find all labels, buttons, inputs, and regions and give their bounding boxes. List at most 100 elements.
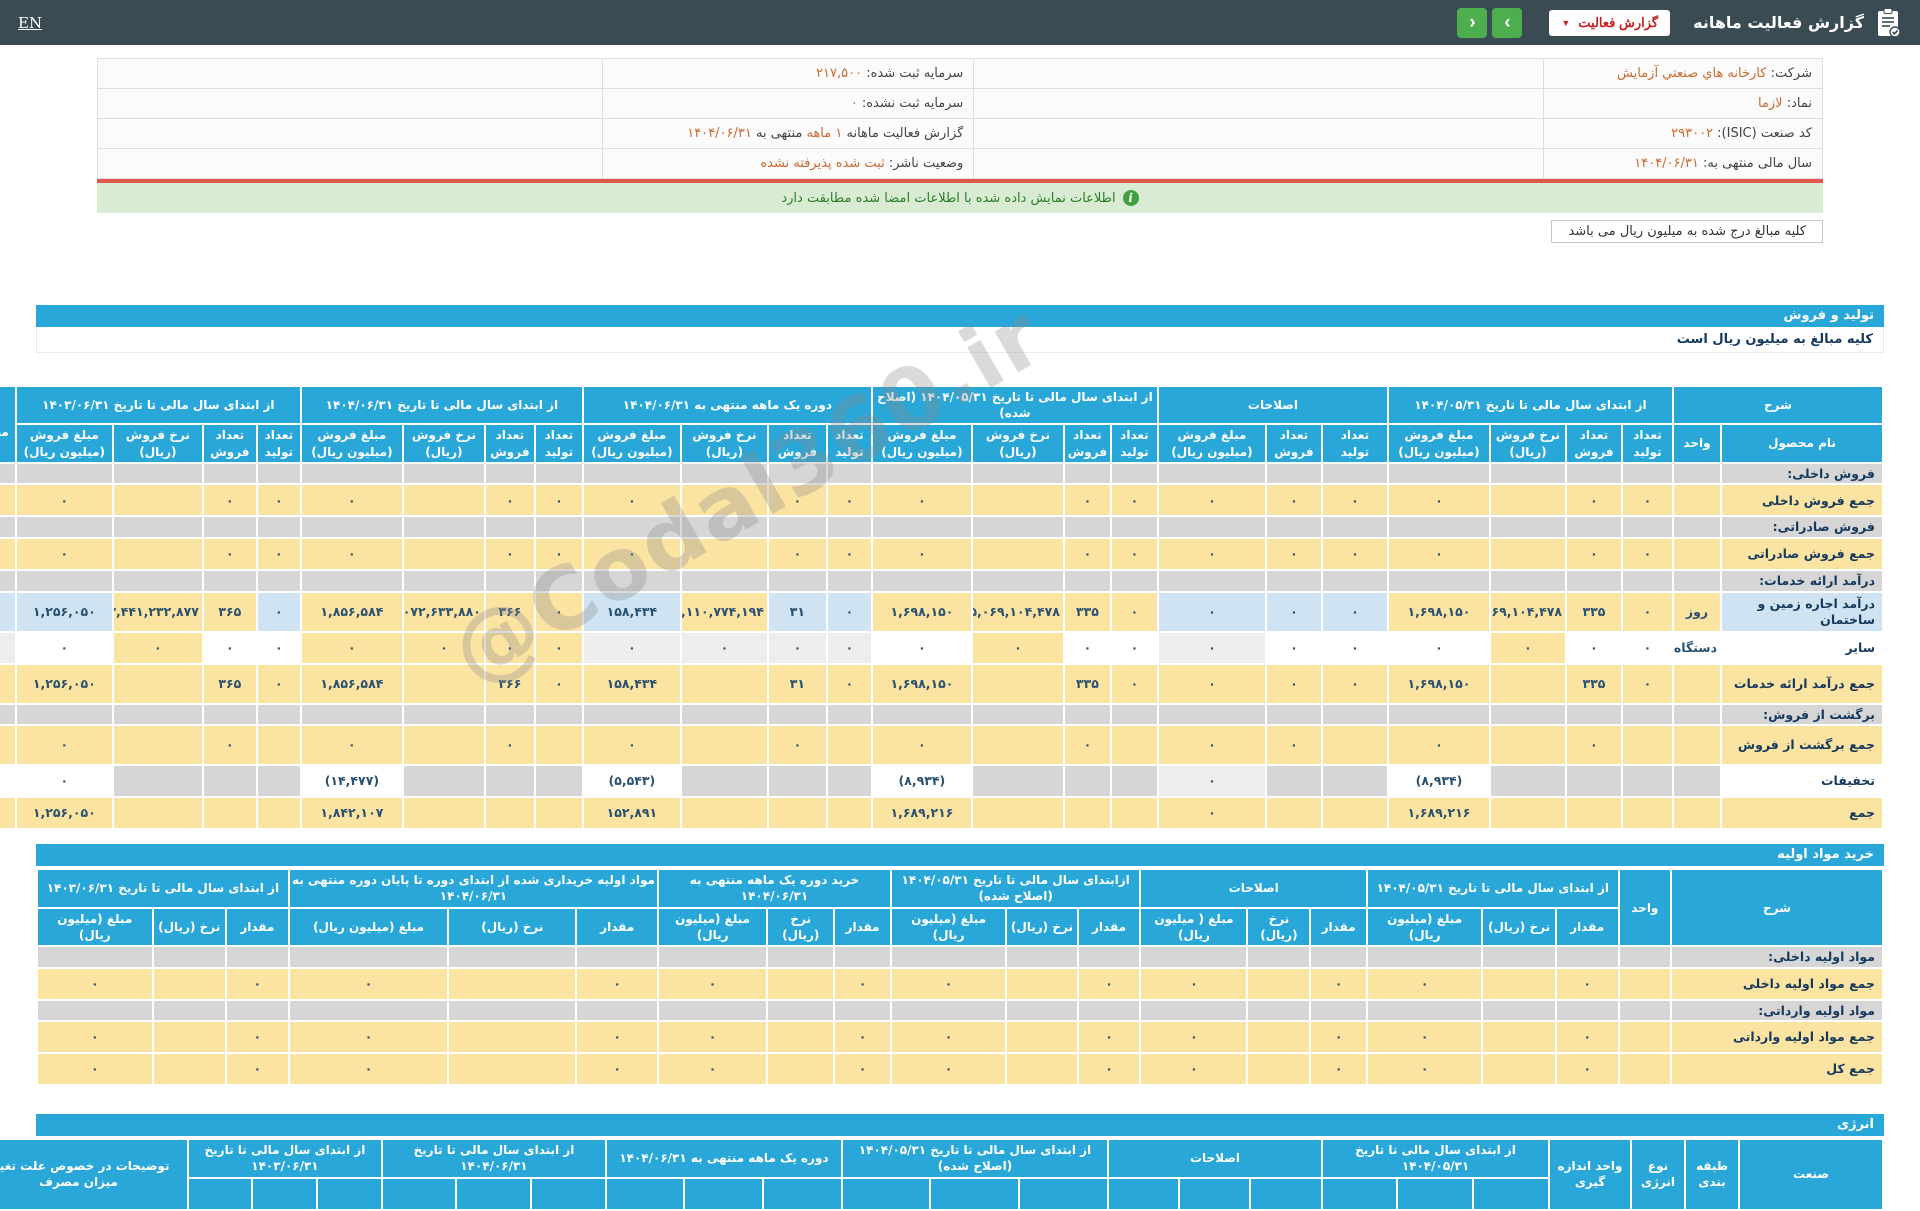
table-cell — [1248, 1022, 1309, 1052]
group-header: از ابتدای سال مالی تا تاریخ ۱۴۰۴/۰۶/۳۱ — [302, 387, 582, 423]
table-cell — [17, 705, 112, 725]
table-cell — [486, 766, 534, 796]
table-cell — [258, 571, 300, 591]
table-cell — [873, 705, 971, 725]
column-header: تعداد تولید — [828, 425, 871, 461]
table-cell — [973, 517, 1063, 537]
raw-materials-table: شرحواحداز ابتدای سال مالی تا تاریخ ۱۴۰۴/… — [36, 868, 1884, 1086]
column-header: تعداد فروش — [486, 425, 534, 461]
group-header: مواد اولیه خریداری شده از ابتدای دوره تا… — [290, 870, 657, 906]
report-type-dropdown[interactable]: گزارش فعالیت ▼ — [1549, 10, 1670, 36]
unit-cell — [1674, 665, 1720, 703]
column-header — [843, 1179, 929, 1209]
table-cell: ۱,۶۹۸,۱۵۰ — [1389, 665, 1489, 703]
table-cell — [154, 969, 225, 999]
column-header: صنعت — [1740, 1140, 1882, 1208]
table-cell: ۰ — [204, 633, 256, 663]
column-header — [457, 1179, 530, 1209]
table-cell: ۰ — [258, 539, 300, 569]
column-header: نرخ فروش (ریال) — [1491, 425, 1565, 461]
table-cell: ۰ — [1065, 539, 1110, 569]
info-cell: کد صنعت (ISIC): ۲۹۳۰۰۲ — [1543, 119, 1822, 149]
column-header — [1323, 1179, 1396, 1209]
next-report-button[interactable]: › — [1492, 8, 1522, 38]
section-row: مواد اولیه داخلی: — [38, 947, 1882, 967]
info-text: ۰ — [851, 96, 858, 111]
table-cell — [1483, 1022, 1554, 1052]
table-cell — [1007, 947, 1076, 967]
info-cell-empty — [98, 119, 603, 149]
group-header: از ابتدای سال مالی تا تاریخ ۱۴۰۴/۰۵/۳۱ (… — [843, 1140, 1107, 1176]
table-cell: ۰ — [1159, 485, 1265, 515]
group-header-row: شرحواحداز ابتدای سال مالی تا تاریخ ۱۴۰۴/… — [38, 870, 1882, 906]
info-text: ۲۱۷,۵۰۰ — [816, 66, 862, 81]
info-cell: سرمایه ثبت شده: ۲۱۷,۵۰۰ — [603, 59, 974, 89]
table-cell: ۰ — [258, 593, 300, 631]
table-cell: ۱,۶۸۹,۲۱۶ — [1389, 798, 1489, 828]
column-header: مقدار — [577, 909, 657, 945]
table-cell — [1567, 766, 1621, 796]
table-cell — [769, 766, 826, 796]
table-cell: ۰ — [1112, 539, 1157, 569]
table-cell — [892, 947, 1005, 967]
table-cell — [682, 665, 767, 703]
english-language-link[interactable]: EN — [18, 14, 42, 32]
table-cell — [835, 947, 890, 967]
column-header — [189, 1179, 251, 1209]
table-cell: ۰ — [1159, 798, 1265, 828]
column-header: توضیحات در خصوص علت تغییر میزان مصرف — [0, 1140, 187, 1208]
table-cell — [154, 947, 225, 967]
section-label: برگشت از فروش: — [1722, 705, 1882, 725]
column-header: مبلغ فروش (میلیون ریال) — [302, 425, 402, 461]
table-cell — [258, 726, 300, 764]
group-header-row: صنعتطبقه بندینوع انرژیواحد اندازه گیریاز… — [0, 1140, 1882, 1176]
column-header: نرخ فروش (ریال) — [973, 425, 1063, 461]
unit-cell — [1620, 969, 1670, 999]
info-text: گزارش فعالیت ماهانه — [842, 126, 963, 141]
table-cell: ۵,۱۱۰,۷۷۴,۱۹۴ — [682, 593, 767, 631]
table-cell — [1567, 571, 1621, 591]
table-cell — [17, 464, 112, 484]
table-cell — [1674, 571, 1720, 591]
column-header: مبلغ (میلیون ریال) — [290, 909, 448, 945]
table-cell: ۰ — [1323, 633, 1387, 663]
table-cell — [973, 464, 1063, 484]
column-header: تعداد فروش — [1065, 425, 1110, 461]
table-cell — [536, 798, 582, 828]
info-cell-empty — [98, 59, 603, 89]
table-cell — [1112, 464, 1157, 484]
table-cell — [1159, 517, 1265, 537]
table-cell — [1065, 464, 1110, 484]
column-header-row: مقدارنرخ (ریال)مبلغ (میلیون ریال)مقدارنر… — [38, 909, 1882, 945]
table-cell — [659, 947, 766, 967]
table-cell — [1368, 1001, 1481, 1021]
column-header: مبلغ (میلیون ریال) — [1368, 909, 1481, 945]
table-cell: ۰ — [1323, 539, 1387, 569]
production-amounts-note: کلیه مبالغ به میلیون ریال است — [36, 327, 1884, 353]
column-header: مبلغ فروش (میلیون ریال) — [17, 425, 112, 461]
column-header: نرخ فروش (ریال) — [404, 425, 484, 461]
info-cell: وضعیت ناشر: ثبت شده پذیرفته نشده — [603, 149, 974, 179]
column-header-row: نام محصولواحدتعداد تولیدتعداد فروشنرخ فر… — [0, 425, 1882, 461]
column-header — [318, 1179, 381, 1209]
table-cell: ۰ — [258, 633, 300, 663]
table-cell — [892, 1001, 1005, 1021]
table-cell — [204, 798, 256, 828]
info-text: وضعیت ناشر: — [885, 156, 964, 171]
unit-cell: روز — [1674, 593, 1720, 631]
group-header: از ابتدای سال مالی تا تاریخ ۱۴۰۳/۰۶/۳۱ — [189, 1140, 381, 1176]
table-cell: ۰ — [1323, 593, 1387, 631]
table-cell — [768, 1001, 833, 1021]
info-row: سال مالی منتهی به: ۱۴۰۴/۰۶/۳۱ وضعیت ناشر… — [98, 149, 1823, 179]
table-cell — [1159, 705, 1265, 725]
table-cell — [114, 726, 202, 764]
column-header: نوع انرژی — [1632, 1140, 1684, 1208]
table-cell: ۰ — [873, 539, 971, 569]
table-cell: ۰ — [227, 969, 288, 999]
table-cell — [973, 726, 1063, 764]
previous-report-button[interactable]: ‹ — [1457, 8, 1487, 38]
table-cell — [682, 798, 767, 828]
table-cell: ۰ — [1623, 665, 1672, 703]
table-cell: ۰ — [1159, 593, 1265, 631]
table-cell: ۰ — [1112, 593, 1157, 631]
